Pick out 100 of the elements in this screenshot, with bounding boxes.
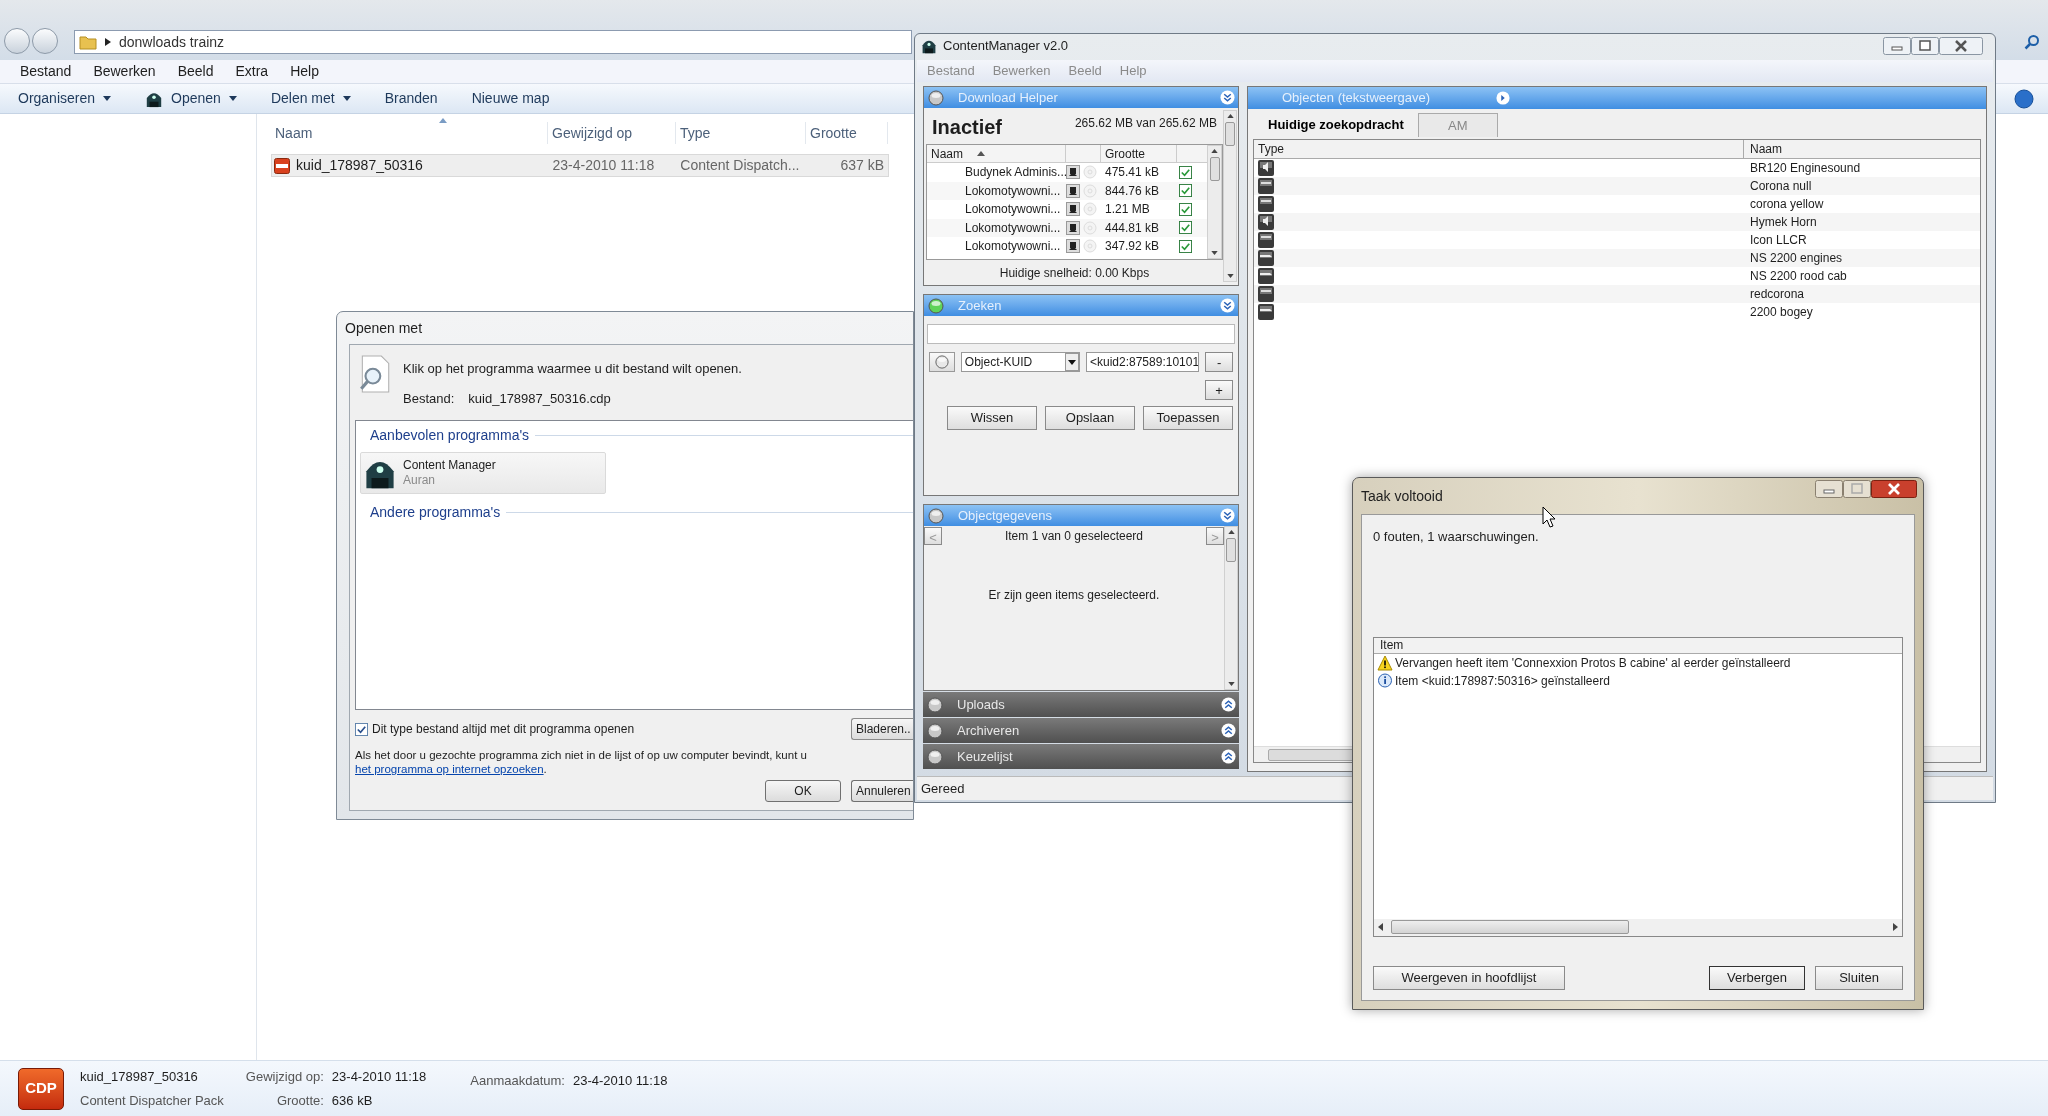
panel-header[interactable]: Uploads — [923, 692, 1239, 717]
sort-icon — [439, 118, 447, 123]
menu-item[interactable]: Extra — [235, 61, 269, 82]
table-row[interactable]: Corona null — [1254, 177, 1980, 195]
column-header[interactable]: Type — [676, 122, 806, 144]
table-cell-text: Content Dispatch... — [679, 156, 801, 175]
toggle-button[interactable] — [929, 352, 955, 372]
search-link[interactable]: het programma op internet opzoeken — [355, 763, 544, 775]
search-field[interactable] — [927, 324, 1235, 344]
toolbar-button[interactable]: Openen — [145, 88, 237, 109]
column-header[interactable]: Item — [1374, 637, 1902, 654]
scroll-thumb[interactable] — [1209, 157, 1220, 181]
table-row[interactable]: NS 2200 engines — [1254, 249, 1980, 267]
menu-item[interactable]: Help — [290, 61, 319, 82]
menu-item[interactable]: Beeld — [177, 61, 214, 82]
program-item[interactable]: Content Manager Auran — [360, 452, 606, 494]
file-icon — [274, 157, 290, 174]
expand-icon[interactable] — [1221, 697, 1236, 712]
add-button[interactable]: + — [1205, 380, 1233, 400]
table-cell-text: 1.21 MB — [1104, 201, 1151, 219]
field-label: Gewijzigd op: — [245, 1068, 324, 1086]
collapse-icon[interactable] — [1220, 90, 1235, 105]
toolbar-button[interactable]: Organiseren — [18, 88, 112, 109]
message-row[interactable]: Item <kuid:178987:50316> geïnstalleerd — [1374, 671, 1902, 690]
dialog-button[interactable]: Weergeven in hoofdlijst — [1373, 966, 1565, 990]
table-cell-text: 2200 bogey — [1749, 304, 1813, 321]
vertical-scrollbar[interactable] — [1223, 110, 1237, 282]
close-button[interactable] — [1871, 480, 1917, 498]
remove-button[interactable]: - — [1205, 352, 1233, 372]
scroll-down-icon[interactable] — [1226, 274, 1234, 278]
column-header[interactable]: Type — [1254, 140, 1744, 158]
column-header[interactable]: Naam — [1744, 140, 1980, 158]
checkbox[interactable] — [355, 722, 368, 736]
filter-dropdown[interactable]: Object-KUID — [960, 352, 1080, 372]
search-icon[interactable] — [2024, 34, 2040, 50]
file-type: Content Dispatcher Pack — [80, 1091, 224, 1110]
vertical-scrollbar[interactable] — [1224, 526, 1238, 690]
column-header[interactable]: Gewijzigd op — [548, 122, 676, 144]
menu-item[interactable]: Bestand — [20, 61, 72, 82]
scroll-right-icon — [1893, 923, 1898, 931]
column-header[interactable]: Grootte — [806, 122, 888, 144]
vertical-scrollbar[interactable] — [1207, 145, 1222, 259]
scroll-down-icon[interactable] — [1227, 682, 1235, 686]
panel-header[interactable]: Archiveren — [923, 718, 1239, 743]
browse-button[interactable]: Bladeren.. — [851, 718, 913, 740]
table-row[interactable]: Hymek Horn — [1254, 213, 1980, 231]
table-row[interactable]: redcorona — [1254, 285, 1980, 303]
minimize-button[interactable] — [1883, 37, 1911, 55]
action-button[interactable]: Opslaan — [1045, 406, 1135, 430]
train-icon — [1258, 304, 1274, 320]
toolbar-button[interactable]: Nieuwe map — [471, 88, 550, 109]
help-icon[interactable] — [2014, 89, 2034, 109]
scroll-down-icon[interactable] — [1211, 251, 1218, 255]
instruction-text: Klik op het programma waarmee u dit bestand wilt openen. — [403, 360, 742, 378]
panel-header[interactable]: Keuzelijst — [923, 744, 1239, 769]
checkbox[interactable] — [1179, 165, 1192, 179]
dialog-button[interactable]: Verbergen — [1709, 966, 1805, 990]
breadcrumb-item[interactable]: donwloads trainz — [119, 31, 225, 53]
action-button[interactable]: Toepassen — [1143, 406, 1233, 430]
horizontal-scrollbar[interactable] — [1374, 918, 1902, 936]
forward-button[interactable] — [32, 28, 58, 54]
checkbox-label: Dit type bestand altijd met dit programma openen — [372, 721, 635, 738]
scroll-thumb[interactable] — [1225, 122, 1235, 146]
checkbox[interactable] — [1179, 221, 1192, 235]
toolbar-button[interactable]: Delen met — [270, 88, 351, 109]
column-header[interactable]: Grootte — [1101, 145, 1177, 162]
cancel-button[interactable]: Annuleren — [851, 780, 913, 802]
scroll-thumb[interactable] — [1226, 538, 1236, 562]
minimize-button[interactable] — [1815, 480, 1843, 498]
note-text: Als het door u gezochte programma zich niet in de lijst of op uw computer bevindt, kunt u het programma op internet opzoeken. — [355, 748, 808, 776]
table-cell-text: Lokomotywowni... — [964, 238, 1062, 256]
scroll-thumb[interactable] — [1391, 920, 1629, 934]
toolbar-button[interactable]: Branden — [384, 88, 438, 109]
ok-button[interactable]: OK — [765, 780, 841, 802]
collapse-icon[interactable] — [1220, 508, 1235, 523]
maximize-button[interactable] — [1911, 37, 1939, 55]
file-row[interactable]: kuid_178987_50316 23-4-2010 11:18 Content Dispatch... 637 kB — [271, 154, 889, 177]
expand-icon[interactable] — [1221, 749, 1236, 764]
expand-icon[interactable] — [1221, 723, 1236, 738]
disc-icon — [1083, 165, 1097, 180]
menu-item[interactable]: Bewerken — [93, 61, 156, 82]
folder-icon — [79, 34, 97, 50]
scroll-up-icon[interactable] — [1211, 149, 1218, 153]
kuid-field[interactable]: <kuid2:87589:10101 — [1086, 352, 1200, 372]
status-light-icon — [927, 696, 943, 713]
close-button[interactable] — [1939, 37, 1983, 55]
dialog-button[interactable]: Sluiten — [1815, 966, 1903, 990]
collapse-icon[interactable] — [1220, 298, 1235, 313]
column-header[interactable]: Naam — [271, 122, 548, 144]
computer-icon — [1066, 165, 1080, 180]
column-header[interactable]: Naam — [927, 145, 1066, 162]
message-row[interactable]: Vervangen heeft item 'Connexxion Protos B cabine' al eerder geïnstalleerd — [1374, 653, 1902, 672]
checkbox[interactable] — [1179, 184, 1192, 198]
action-button[interactable]: Wissen — [947, 406, 1037, 430]
back-button[interactable] — [4, 28, 30, 54]
scroll-up-icon[interactable] — [1227, 530, 1235, 534]
address-bar[interactable]: donwloads trainz — [74, 30, 912, 54]
checkbox[interactable] — [1179, 202, 1192, 216]
info-icon — [1377, 672, 1393, 689]
checkbox[interactable] — [1179, 239, 1192, 253]
